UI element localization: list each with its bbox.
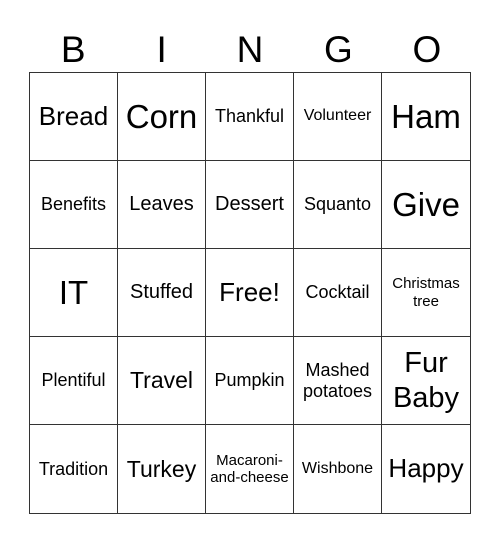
bingo-cell[interactable]: Christmas tree: [382, 249, 470, 337]
header-letter-b: B: [60, 29, 86, 70]
bingo-cell[interactable]: Benefits: [30, 161, 118, 249]
bingo-cell[interactable]: Bread: [30, 73, 118, 161]
bingo-cell-text: Travel: [129, 367, 194, 394]
bingo-cell-text: Volunteer: [303, 107, 372, 125]
bingo-cell-text: Free!: [219, 276, 280, 307]
header-letter-o: O: [412, 29, 442, 70]
bingo-cell-text: Dessert: [215, 193, 284, 215]
bingo-cell[interactable]: Leaves: [118, 161, 206, 249]
bingo-cell-text: Cocktail: [305, 282, 370, 303]
bingo-cell-text: Wishbone: [301, 459, 374, 477]
bingo-cell[interactable]: Macaroni-and-cheese: [206, 425, 294, 513]
bingo-cell[interactable]: Cocktail: [294, 249, 382, 337]
bingo-cell-text: Leaves: [129, 193, 194, 215]
bingo-cell-text: Stuffed: [129, 281, 194, 303]
bingo-cell[interactable]: Pumpkin: [206, 337, 294, 425]
header-letter-g: G: [324, 29, 353, 70]
bingo-cell[interactable]: Fur Baby: [382, 337, 470, 425]
bingo-cell[interactable]: Volunteer: [294, 73, 382, 161]
bingo-cell[interactable]: Tradition: [30, 425, 118, 513]
header-letter-n: N: [236, 29, 264, 70]
bingo-cell-text: Macaroni-and-cheese: [210, 451, 289, 486]
bingo-cell-text: Pumpkin: [214, 370, 285, 391]
bingo-cell[interactable]: Dessert: [206, 161, 294, 249]
bingo-cell-text: Mashed potatoes: [302, 359, 373, 401]
bingo-cell[interactable]: Happy: [382, 425, 470, 513]
bingo-cell[interactable]: Wishbone: [294, 425, 382, 513]
bingo-cell-text: Christmas tree: [392, 275, 460, 310]
bingo-cell-text: Corn: [125, 97, 198, 135]
bingo-cell[interactable]: Squanto: [294, 161, 382, 249]
bingo-card-grid: Bread Corn Thankful Volunteer Ham Benefits Lea…: [29, 72, 471, 514]
bingo-cell[interactable]: Thankful: [206, 73, 294, 161]
bingo-cell-text: Ham: [391, 97, 461, 135]
bingo-cell-text: Benefits: [40, 194, 107, 215]
bingo-cell[interactable]: Turkey: [118, 425, 206, 513]
bingo-cell-text: Fur Baby: [392, 346, 460, 414]
bingo-cell-text: Turkey: [126, 455, 197, 482]
bingo-cell[interactable]: Free!: [206, 249, 294, 337]
bingo-cell[interactable]: IT: [30, 249, 118, 337]
bingo-cell-text: Tradition: [38, 458, 109, 479]
bingo-cell[interactable]: Stuffed: [118, 249, 206, 337]
bingo-header: B I N G O: [29, 28, 471, 72]
bingo-cell-text: Bread: [38, 100, 109, 131]
bingo-cell-text: Give: [392, 185, 460, 223]
bingo-cell[interactable]: Ham: [382, 73, 470, 161]
bingo-cell-text: Thankful: [214, 106, 285, 127]
bingo-cell-text: Happy: [388, 453, 464, 484]
bingo-cell-text: Squanto: [303, 194, 372, 215]
bingo-cell-text: Plentiful: [41, 370, 106, 391]
bingo-cell[interactable]: Plentiful: [30, 337, 118, 425]
header-letter-i: I: [156, 29, 167, 70]
bingo-cell-text: IT: [58, 273, 89, 311]
bingo-cell[interactable]: Corn: [118, 73, 206, 161]
bingo-cell[interactable]: Mashed potatoes: [294, 337, 382, 425]
bingo-cell[interactable]: Give: [382, 161, 470, 249]
bingo-cell[interactable]: Travel: [118, 337, 206, 425]
